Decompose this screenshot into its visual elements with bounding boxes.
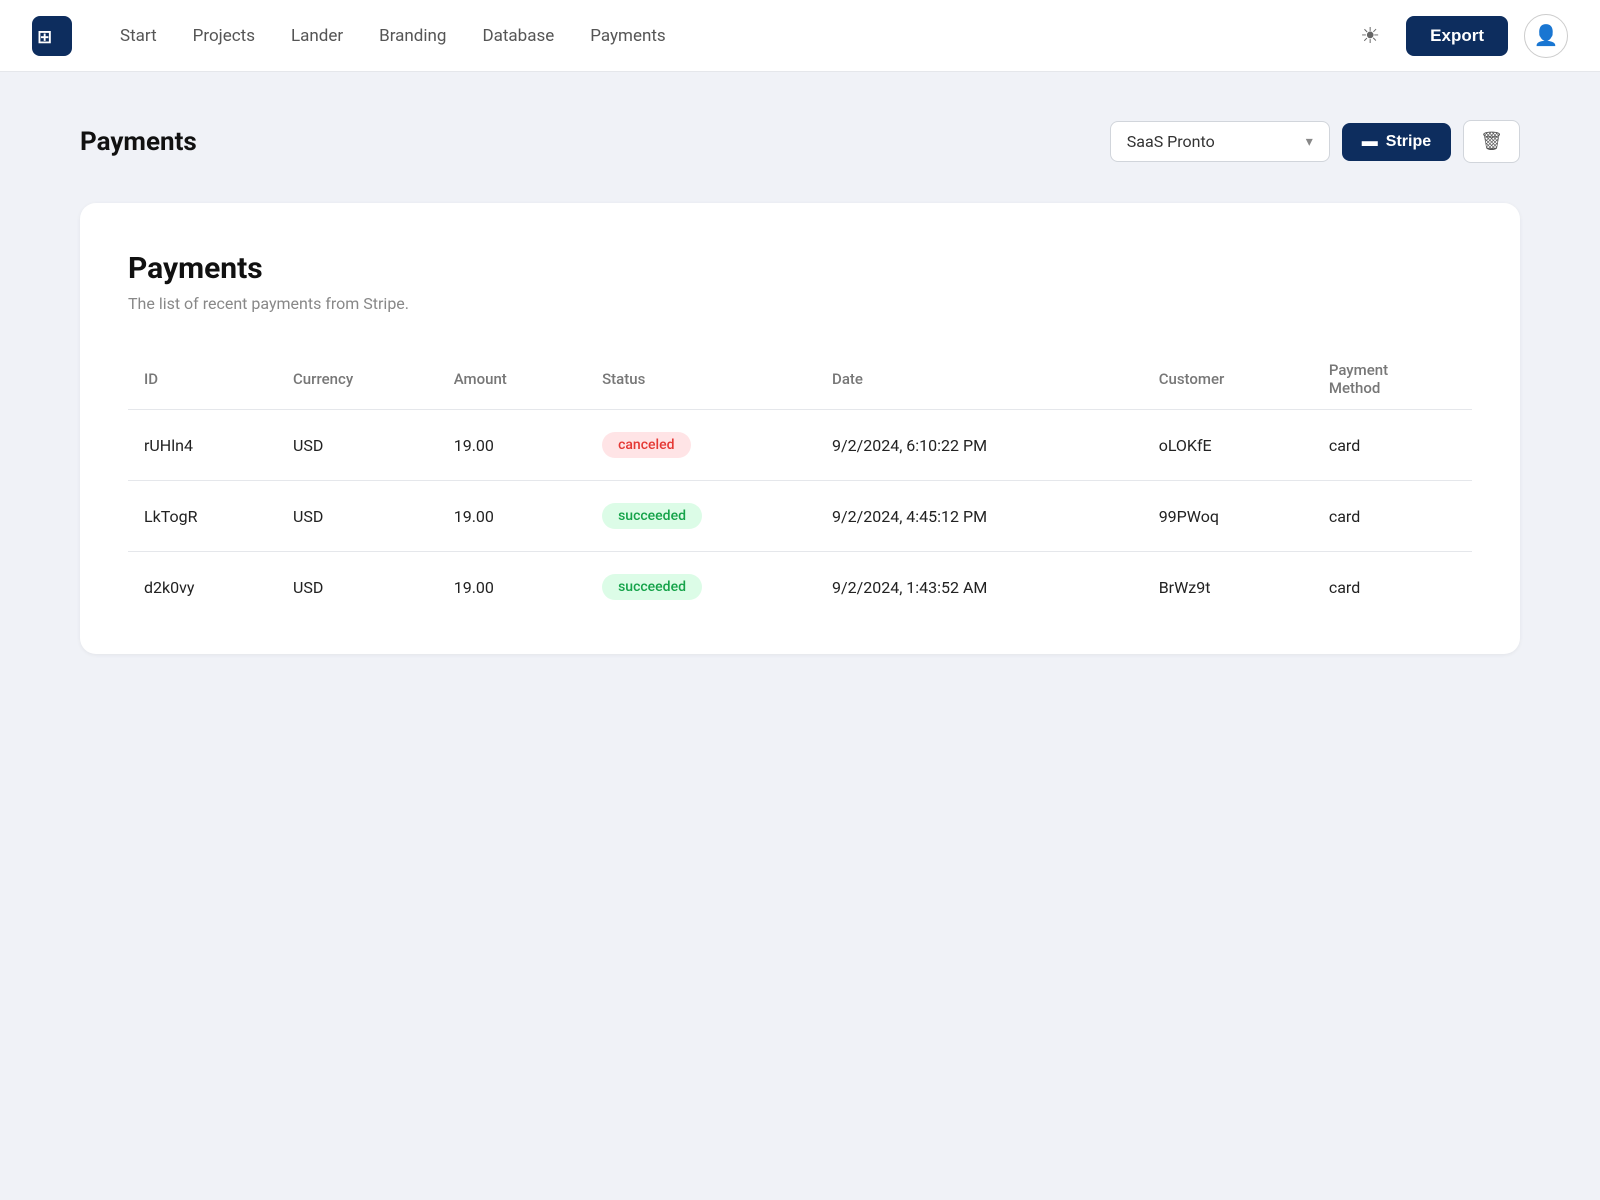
cell-amount: 19.00 (438, 552, 586, 623)
cell-status: canceled (586, 410, 816, 481)
user-menu-button[interactable]: 👤 (1524, 14, 1568, 58)
cell-currency: USD (277, 410, 438, 481)
navbar-actions: ☀ Export 👤 (1350, 14, 1568, 58)
theme-toggle-button[interactable]: ☀ (1350, 16, 1390, 56)
chevron-down-icon: ▾ (1306, 134, 1313, 150)
project-selector-value: SaaS Pronto (1127, 132, 1294, 151)
cell-customer: BrWz9t (1143, 552, 1313, 623)
export-button[interactable]: Export (1406, 16, 1508, 56)
logo[interactable]: ⊞ (32, 16, 72, 56)
cell-id: LkTogR (128, 481, 277, 552)
cell-status: succeeded (586, 552, 816, 623)
table-body: rUHln4 USD 19.00 canceled 9/2/2024, 6:10… (128, 410, 1472, 623)
cell-date: 9/2/2024, 1:43:52 AM (816, 552, 1143, 623)
top-bar: Payments SaaS Pronto ▾ ▬ Stripe 🗑 (80, 120, 1520, 163)
col-status: Status (586, 349, 816, 410)
delete-button[interactable]: 🗑 (1463, 120, 1520, 163)
cell-id: rUHln4 (128, 410, 277, 481)
status-badge: succeeded (602, 574, 702, 600)
cell-customer: oLOKfE (1143, 410, 1313, 481)
col-date: Date (816, 349, 1143, 410)
cell-amount: 19.00 (438, 410, 586, 481)
status-badge: succeeded (602, 503, 702, 529)
cell-amount: 19.00 (438, 481, 586, 552)
payments-table: ID Currency Amount Status Date Customer … (128, 349, 1472, 622)
card-icon: ▬ (1362, 133, 1378, 151)
cell-payment-method: card (1313, 410, 1472, 481)
cell-payment-method: card (1313, 552, 1472, 623)
col-id: ID (128, 349, 277, 410)
nav-lander[interactable]: Lander (291, 22, 343, 50)
col-customer: Customer (1143, 349, 1313, 410)
col-currency: Currency (277, 349, 438, 410)
project-selector[interactable]: SaaS Pronto ▾ (1110, 121, 1330, 162)
top-bar-actions: SaaS Pronto ▾ ▬ Stripe 🗑 (1110, 120, 1520, 163)
table-row: d2k0vy USD 19.00 succeeded 9/2/2024, 1:4… (128, 552, 1472, 623)
table-row: LkTogR USD 19.00 succeeded 9/2/2024, 4:4… (128, 481, 1472, 552)
svg-text:⊞: ⊞ (38, 25, 51, 50)
card-subtitle: The list of recent payments from Stripe. (128, 294, 1472, 313)
stripe-button-label: Stripe (1386, 133, 1431, 151)
cell-currency: USD (277, 552, 438, 623)
col-payment-method: PaymentMethod (1313, 349, 1472, 410)
trash-icon: 🗑 (1480, 131, 1503, 152)
sun-icon: ☀ (1360, 23, 1380, 49)
cell-currency: USD (277, 481, 438, 552)
navbar: ⊞ Start Projects Lander Branding Databas… (0, 0, 1600, 72)
stripe-button[interactable]: ▬ Stripe (1342, 123, 1451, 161)
table-row: rUHln4 USD 19.00 canceled 9/2/2024, 6:10… (128, 410, 1472, 481)
cell-date: 9/2/2024, 4:45:12 PM (816, 481, 1143, 552)
nav-payments[interactable]: Payments (590, 22, 665, 50)
page-content: Payments SaaS Pronto ▾ ▬ Stripe 🗑 Paymen… (0, 72, 1600, 702)
cell-payment-method: card (1313, 481, 1472, 552)
payments-card: Payments The list of recent payments fro… (80, 203, 1520, 654)
cell-id: d2k0vy (128, 552, 277, 623)
nav-links: Start Projects Lander Branding Database … (120, 22, 1350, 50)
nav-projects[interactable]: Projects (193, 22, 255, 50)
nav-database[interactable]: Database (482, 22, 554, 50)
nav-branding[interactable]: Branding (379, 22, 446, 50)
user-icon: 👤 (1534, 23, 1559, 48)
page-title: Payments (80, 127, 197, 157)
card-title: Payments (128, 251, 1472, 286)
nav-start[interactable]: Start (120, 22, 157, 50)
cell-date: 9/2/2024, 6:10:22 PM (816, 410, 1143, 481)
table-header: ID Currency Amount Status Date Customer … (128, 349, 1472, 410)
cell-status: succeeded (586, 481, 816, 552)
status-badge: canceled (602, 432, 690, 458)
col-amount: Amount (438, 349, 586, 410)
cell-customer: 99PWoq (1143, 481, 1313, 552)
